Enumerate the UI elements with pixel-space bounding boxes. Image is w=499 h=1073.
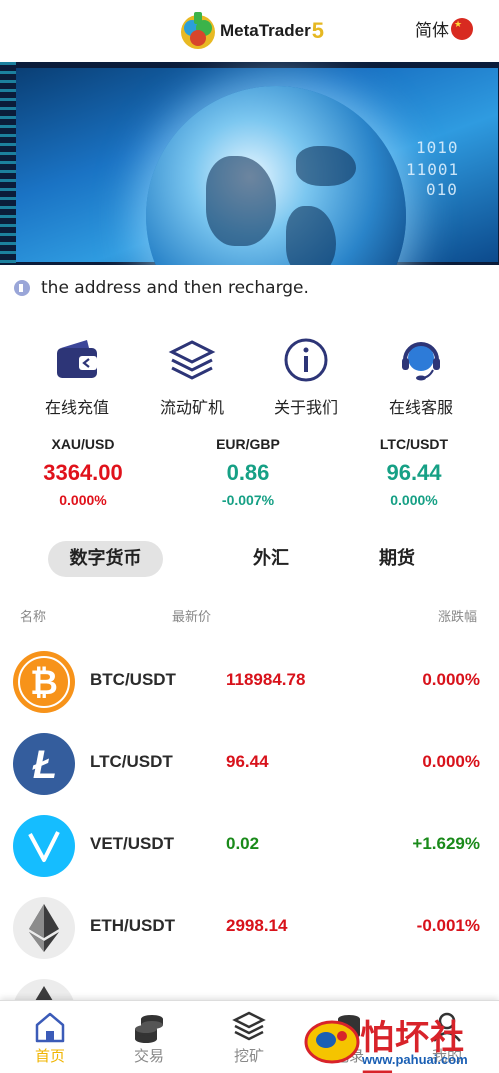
ethereum-icon — [12, 896, 76, 960]
metatrader-logo: MetaTrader 5 — [178, 10, 324, 52]
market-row-partial[interactable] — [0, 968, 499, 1000]
market-row-ltc[interactable]: Ł LTC/USDT 96.44 0.000% — [0, 722, 499, 804]
bitcoin-icon: ₿ — [12, 650, 76, 714]
quick-item-label: 在线充值 — [44, 398, 109, 417]
market-row-vet[interactable]: VET/USDT 0.02 +1.629% — [0, 804, 499, 886]
nav-label: 首页 — [34, 1047, 65, 1065]
pair-name: VET/USDT — [90, 834, 175, 853]
pair-change: 0.000% — [422, 752, 480, 771]
nav-home[interactable]: 首页 — [15, 1011, 85, 1066]
info-icon — [282, 336, 330, 384]
col-name: 名称 — [20, 610, 47, 625]
nav-mining[interactable]: 挖矿 — [214, 1011, 284, 1066]
ticker-price: 96.44 — [386, 460, 442, 485]
tab-crypto[interactable]: 数字货币 — [48, 541, 163, 577]
quick-item-label: 在线客服 — [388, 398, 453, 417]
app-header: MetaTrader 5 简体 — [0, 0, 499, 62]
ticker-ltc-usdt[interactable]: LTC/USDT 96.44 0.000% — [344, 436, 484, 508]
wallet-icon — [53, 336, 101, 384]
coins-icon — [132, 1011, 166, 1043]
pair-price: 96.44 — [226, 752, 269, 771]
speaker-icon — [14, 280, 30, 296]
market-row-eth[interactable]: ETH/USDT 2998.14 -0.001% — [0, 886, 499, 968]
litecoin-icon: Ł — [12, 732, 76, 796]
metatrader-logo-icon — [178, 10, 218, 52]
ticker-xau-usd[interactable]: XAU/USD 3364.00 0.000% — [13, 436, 153, 508]
nav-trade[interactable]: 交易 — [114, 1011, 184, 1066]
pair-price: 0.02 — [226, 834, 260, 853]
home-icon — [33, 1011, 67, 1043]
layers-icon — [232, 1011, 266, 1043]
pair-price: 2998.14 — [226, 916, 288, 935]
quick-item-about[interactable]: 关于我们 — [256, 336, 356, 418]
pair-price: 118984.78 — [226, 670, 306, 689]
layers-icon — [168, 336, 216, 384]
watermark-logo-icon — [304, 1020, 360, 1064]
col-latest-price: 最新价 — [172, 610, 212, 625]
nav-label: 挖矿 — [233, 1047, 264, 1065]
banner-stripes — [0, 62, 16, 265]
ticker-price: 3364.00 — [43, 460, 123, 485]
china-flag-icon — [451, 17, 473, 40]
market-tabs: 数字货币 外汇 期货 — [0, 541, 499, 579]
ticker-change: 0.000% — [59, 492, 107, 508]
pair-name: BTC/USDT — [90, 670, 176, 689]
quick-menu: 在线充值 流动矿机 关于我们 在线客服 — [0, 336, 499, 418]
globe-graphic — [146, 86, 406, 265]
pair-name: LTC/USDT — [90, 752, 173, 771]
vechain-icon — [12, 814, 76, 878]
language-label: 简体 — [415, 21, 449, 41]
pair-change: +1.629% — [412, 834, 480, 853]
ticker-price: 0.86 — [226, 460, 270, 485]
quick-item-recharge[interactable]: 在线充值 — [27, 336, 127, 418]
ticker-symbol: LTC/USDT — [379, 436, 449, 452]
banner-image: 1010 11001 010 — [16, 68, 498, 265]
notice-text: the address and then recharge. — [41, 278, 309, 298]
quick-item-label: 流动矿机 — [159, 398, 224, 417]
ticker-strip: XAU/USD 3364.00 0.000% EUR/GBP 0.86 -0.0… — [0, 436, 499, 516]
ethereum-icon — [12, 978, 76, 1000]
logo-version: 5 — [311, 18, 324, 43]
notice-bar[interactable]: the address and then recharge. — [14, 278, 309, 298]
ticker-eur-gbp[interactable]: EUR/GBP 0.86 -0.007% — [178, 436, 318, 508]
hero-banner[interactable]: 1010 11001 010 — [0, 62, 499, 265]
col-change: 涨跌幅 — [437, 610, 477, 625]
svg-text:Ł: Ł — [32, 743, 57, 787]
watermark: 怕坏社区 www.pahuai.com — [302, 1008, 498, 1073]
market-row-btc[interactable]: ₿ BTC/USDT 118984.78 0.000% — [0, 640, 499, 722]
quick-item-label: 关于我们 — [273, 398, 338, 417]
nav-label: 交易 — [133, 1047, 164, 1065]
tab-futures[interactable]: 期货 — [352, 541, 442, 577]
ticker-change: -0.007% — [221, 492, 275, 508]
ticker-change: 0.000% — [390, 492, 438, 508]
pair-change: 0.000% — [422, 670, 480, 689]
watermark-url: www.pahuai.com — [362, 1052, 468, 1067]
tab-forex[interactable]: 外汇 — [226, 541, 316, 577]
ticker-symbol: XAU/USD — [51, 436, 115, 452]
headset-icon — [397, 336, 445, 384]
quick-item-support[interactable]: 在线客服 — [371, 336, 471, 418]
quick-item-mining[interactable]: 流动矿机 — [142, 336, 242, 418]
language-switcher[interactable]: 简体 — [415, 16, 473, 41]
logo-text: MetaTrader — [220, 21, 311, 40]
svg-text:₿: ₿ — [30, 664, 58, 702]
pair-name: ETH/USDT — [90, 916, 175, 935]
ticker-symbol: EUR/GBP — [216, 436, 280, 452]
pair-change: -0.001% — [416, 916, 480, 935]
